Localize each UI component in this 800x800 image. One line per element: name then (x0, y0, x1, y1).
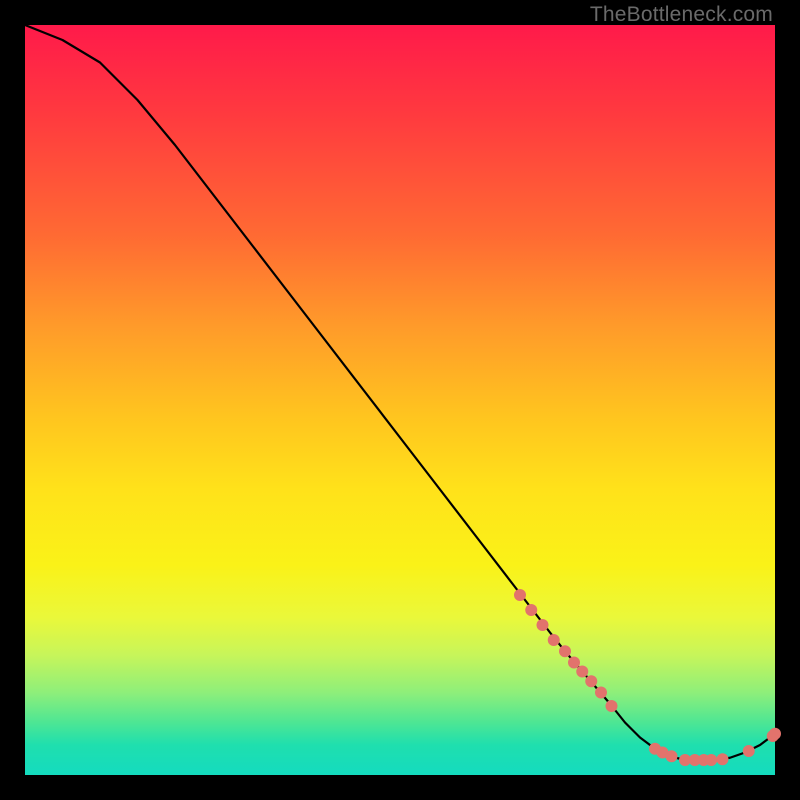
chart-marker (606, 700, 618, 712)
chart-marker (705, 754, 717, 766)
chart-markers (514, 589, 781, 766)
chart-svg (25, 25, 775, 775)
chart-marker (743, 745, 755, 757)
chart-marker (666, 750, 678, 762)
chart-marker (595, 687, 607, 699)
chart-marker (576, 666, 588, 678)
chart-marker (769, 728, 781, 740)
bottleneck-curve (25, 25, 775, 760)
chart-marker (537, 619, 549, 631)
chart-marker (717, 753, 729, 765)
chart-plot-area (25, 25, 775, 775)
chart-marker (514, 589, 526, 601)
watermark-label: TheBottleneck.com (590, 3, 773, 27)
chart-marker (525, 604, 537, 616)
chart-marker (548, 634, 560, 646)
chart-marker (559, 645, 571, 657)
chart-stage: TheBottleneck.com (0, 0, 800, 800)
chart-marker (568, 657, 580, 669)
chart-marker (585, 675, 597, 687)
